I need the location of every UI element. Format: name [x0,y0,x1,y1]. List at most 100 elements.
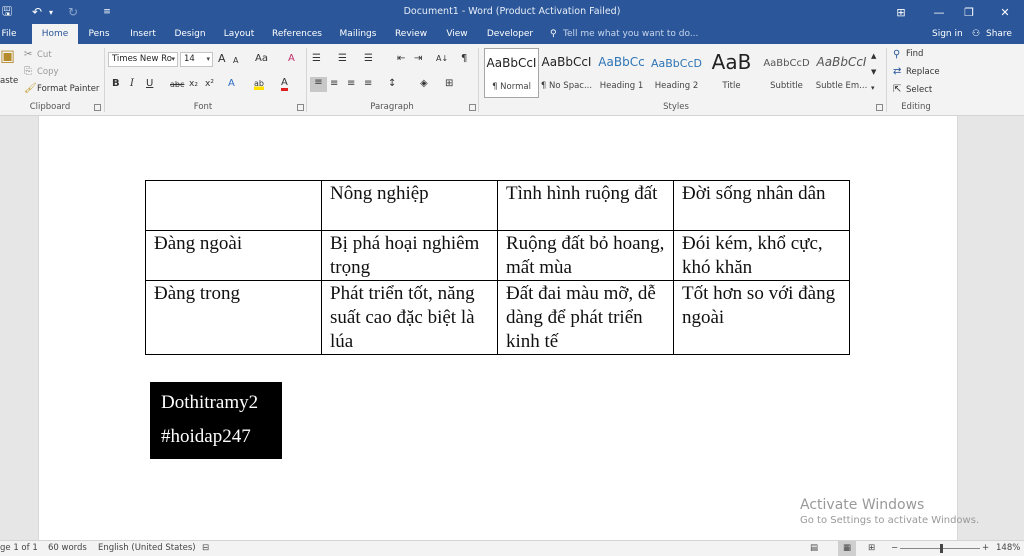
table-cell[interactable]: Đàng trong [145,280,322,355]
tab-insert[interactable]: Insert [124,24,162,44]
zoom-in-button[interactable]: + [982,543,989,553]
format-painter-icon[interactable]: 🖌 [24,83,37,95]
shading-button[interactable]: ◈ [420,78,428,90]
font-launcher-icon[interactable] [297,104,304,111]
table-cell[interactable]: Tốt hơn so với đàng ngoài [673,280,850,355]
styles-scroll-down-icon[interactable]: ▼ [871,66,876,78]
replace-icon[interactable]: ⇄ [893,66,901,78]
italic-button[interactable]: I [130,78,134,90]
clear-formatting-button[interactable]: A [288,53,295,65]
font-name-select[interactable]: Times New Ro ▾ [108,52,178,67]
borders-button[interactable]: ⊞ [445,78,453,90]
zoom-slider-thumb[interactable] [940,544,943,553]
tab-design[interactable]: Design [170,24,210,44]
replace-button[interactable]: Replace [906,67,940,77]
ribbon-display-options-icon[interactable]: ⊞ [882,0,920,24]
increase-indent-button[interactable]: ⇥ [414,53,422,65]
tab-mailings[interactable]: Mailings [334,24,382,44]
align-right-button[interactable]: ≡ [347,78,355,90]
sign-in-link[interactable]: Sign in [932,24,963,44]
table-cell[interactable]: Đất đai màu mỡ, dễ dàng để phát triển ki… [497,280,674,355]
language-indicator[interactable]: English (United States) [98,543,196,553]
table-cell[interactable]: Ruộng đất bỏ hoang, mất mùa [497,230,674,281]
bullets-button[interactable]: ☰ [312,53,321,65]
style-normal[interactable]: AaBbCcI ¶ Normal [484,48,539,98]
tab-layout[interactable]: Layout [218,24,260,44]
read-mode-icon[interactable]: ▤ [810,543,818,553]
copy-button[interactable]: Copy [37,67,59,77]
grow-font-button[interactable]: A [218,53,226,65]
subscript-button[interactable]: x₂ [189,78,198,90]
page-count[interactable]: ge 1 of 1 [0,543,38,553]
format-painter-button[interactable]: Format Painter [37,84,99,94]
font-color-button[interactable]: A [281,78,288,91]
cut-button[interactable]: Cut [37,50,52,60]
sort-button[interactable]: A↓ [436,53,448,65]
tab-references[interactable]: References [268,24,326,44]
tell-me-input[interactable]: Tell me what you want to do... [563,24,698,44]
text-effects-button[interactable]: A [228,78,235,90]
show-formatting-button[interactable]: ¶ [461,53,467,65]
table-cell[interactable]: Đời sống nhân dân [673,180,850,231]
center-button[interactable]: ≡ [330,78,338,90]
table-cell[interactable]: Bị phá hoại nghiêm trọng [321,230,498,281]
style-no-spacing[interactable]: AaBbCcI ¶ No Spac... [539,48,594,98]
table-cell[interactable]: Tình hình ruộng đất [497,180,674,231]
justify-button[interactable]: ≡ [364,78,372,90]
select-button[interactable]: Select [906,85,932,95]
highlight-button[interactable]: ab [254,78,264,90]
style-heading-2[interactable]: AaBbCcD Heading 2 [649,48,704,98]
zoom-out-button[interactable]: − [891,543,898,553]
macro-recording-icon[interactable]: ⊟ [202,543,209,553]
clipboard-launcher-icon[interactable] [94,104,101,111]
tab-pens[interactable]: Pens [84,24,114,44]
decrease-indent-button[interactable]: ⇤ [397,53,405,65]
styles-launcher-icon[interactable] [876,104,883,111]
zoom-level[interactable]: 148% [996,543,1020,553]
paste-button[interactable]: aste [0,76,18,86]
multilevel-list-button[interactable]: ☰ [364,53,373,65]
tab-developer[interactable]: Developer [484,24,536,44]
print-layout-icon[interactable]: ▦ [838,541,856,556]
style-title[interactable]: AaB Title [704,48,759,98]
share-button[interactable]: Share [986,24,1012,44]
table-cell[interactable]: Đói kém, khổ cực, khó khăn [673,230,850,281]
change-case-button[interactable]: Aa [255,53,268,65]
find-icon[interactable]: ⚲ [893,49,900,61]
font-size-select[interactable]: 14 ▾ [180,52,213,67]
paragraph-launcher-icon[interactable] [469,104,476,111]
select-icon[interactable]: ⇱ [893,84,901,96]
table-cell[interactable]: Nông nghiệp [321,180,498,231]
font-group-label: Font [193,102,213,112]
numbering-button[interactable]: ☰ [338,53,347,65]
table-cell[interactable]: Phát triển tốt, năng suất cao đặc biệt l… [321,280,498,355]
tab-view[interactable]: View [440,24,474,44]
strikethrough-button[interactable]: abc [170,79,184,91]
restore-icon[interactable]: ❐ [950,0,988,24]
close-icon[interactable]: ✕ [986,0,1024,24]
styles-more-icon[interactable]: ▾ [871,82,875,94]
style-subtle-emphasis[interactable]: AaBbCcI Subtle Em... [814,48,869,98]
bold-button[interactable]: B [112,78,120,90]
paste-icon[interactable]: ▣ [0,48,15,64]
cut-icon[interactable]: ✂ [24,49,32,61]
styles-scroll-up-icon[interactable]: ▲ [871,50,876,62]
align-left-button[interactable]: ≡ [310,77,327,92]
underline-button[interactable]: U [146,78,153,90]
table-cell[interactable] [145,180,322,231]
find-button[interactable]: Find [906,49,923,59]
tab-review[interactable]: Review [390,24,432,44]
style-heading-1[interactable]: AaBbCc Heading 1 [594,48,649,98]
table-cell[interactable]: Đàng ngoài [145,230,322,281]
ribbon-tabs: File Home Pens Insert Design Layout Refe… [0,24,1024,44]
shrink-font-button[interactable]: A [233,55,238,67]
copy-icon[interactable]: ⎘ [24,66,32,78]
document-page[interactable]: Nông nghiệp Tình hình ruộng đất Đời sống n… [38,116,958,540]
style-subtitle[interactable]: AaBbCcD Subtitle [759,48,814,98]
tab-file[interactable]: File [0,24,18,44]
line-spacing-button[interactable]: ↕ [388,78,396,90]
tab-home[interactable]: Home [32,24,78,44]
web-layout-icon[interactable]: ⊞ [868,543,875,553]
word-count[interactable]: 60 words [48,543,87,553]
superscript-button[interactable]: x² [205,78,214,90]
